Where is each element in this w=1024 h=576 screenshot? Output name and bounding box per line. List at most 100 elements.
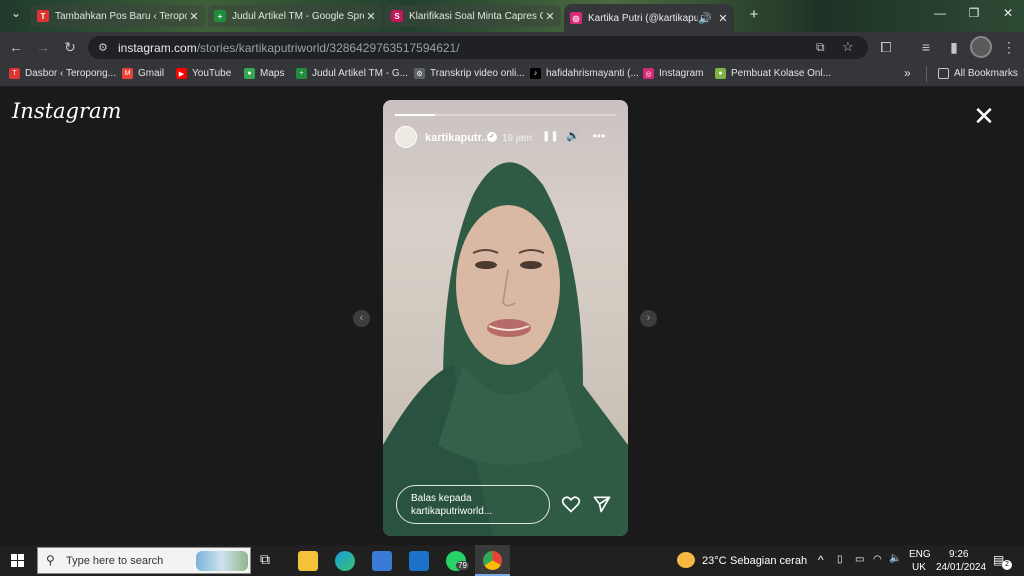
bookmark-item[interactable]: ⚙ Transkrip video onli... (414, 68, 525, 79)
more-bookmarks-button[interactable]: » (904, 66, 911, 80)
clock-date[interactable]: 24/01/2024 (936, 562, 986, 573)
bookmark-favicon-icon: ● (244, 68, 255, 79)
battery-icon[interactable]: ▭ (855, 554, 864, 565)
tab-audio-icon[interactable]: 🔊 (698, 12, 712, 25)
bookmark-item[interactable]: T Dasbor ‹ Teropong... (9, 68, 116, 79)
restore-button[interactable]: ❐ (962, 6, 986, 20)
reload-icon[interactable]: ↻ (62, 39, 78, 56)
story-progress-bar (395, 114, 616, 116)
weather-icon[interactable] (677, 552, 695, 568)
tab-strip: ⌄ T Tambahkan Pos Baru ‹ Teropo ✕ + Judul Ar… (0, 0, 1024, 32)
profile-avatar[interactable] (970, 36, 992, 58)
send-icon[interactable] (592, 494, 612, 514)
bookmark-item[interactable]: ● Pembuat Kolase Onl... (715, 68, 831, 79)
address-bar[interactable]: ⚙ instagram.com/stories/kartikaputriworl… (88, 36, 868, 59)
tab-search-icon[interactable]: ⌄ (4, 6, 28, 20)
pause-icon[interactable]: ❚❚ (542, 131, 559, 142)
side-panel-icon[interactable]: ▮ (946, 39, 962, 56)
site-info-icon[interactable]: ⚙ (98, 41, 108, 54)
language-secondary[interactable]: UK (912, 562, 926, 573)
bookmark-item[interactable]: ◎ Instagram (643, 68, 703, 79)
tab-close-icon[interactable]: ✕ (716, 12, 730, 25)
search-placeholder: Type here to search (66, 555, 164, 567)
bookmark-item[interactable]: ● Maps (244, 68, 284, 79)
wifi-icon[interactable]: ◠ (873, 554, 882, 565)
tab-title: Judul Artikel TM - Google Spre (232, 10, 364, 22)
browser-tab[interactable]: T Tambahkan Pos Baru ‹ Teropo ✕ (31, 5, 205, 27)
story-progress-fill (395, 114, 435, 116)
bookmarks-bar: T Dasbor ‹ Teropong... M Gmail ▶ YouTube ● Maps… (0, 62, 1024, 87)
weather-description[interactable]: Sebagian cerah (730, 555, 807, 567)
new-tab-button[interactable]: + (742, 6, 766, 23)
volume-icon[interactable]: 🔊 (565, 129, 581, 142)
minimize-button[interactable]: — (928, 6, 952, 20)
bookmark-label: Dasbor ‹ Teropong... (25, 68, 116, 79)
bookmark-favicon-icon: T (9, 68, 20, 79)
bookmark-item[interactable]: ▶ YouTube (176, 68, 231, 79)
next-story-button[interactable]: › (640, 310, 657, 327)
back-icon[interactable]: ← (8, 39, 24, 55)
story-card[interactable]: kartikaputr... ✓ 19 jam ❚❚ 🔊 ••• Balas k… (383, 100, 628, 536)
language-primary[interactable]: ENG (909, 549, 931, 560)
weather-temp[interactable]: 23°C (702, 555, 727, 567)
bookmark-label: Pembuat Kolase Onl... (731, 68, 832, 79)
tab-close-icon[interactable]: ✕ (543, 10, 557, 23)
bookmark-favicon-icon: ♪ (530, 68, 541, 79)
media-control-icon[interactable]: ≡ (918, 39, 934, 55)
windows-start-icon[interactable] (11, 554, 25, 568)
forward-icon[interactable]: → (35, 39, 51, 55)
bookmark-favicon-icon: ⚙ (414, 68, 425, 79)
close-story-button[interactable]: ✕ (972, 103, 996, 129)
tab-favicon-icon: ◎ (570, 12, 582, 24)
tab-favicon-icon: + (214, 10, 226, 22)
speaker-icon[interactable]: 🔈 (889, 553, 901, 564)
bookmark-favicon-icon: ◎ (643, 68, 654, 79)
clock-time[interactable]: 9:26 (949, 549, 968, 560)
task-view-icon[interactable]: ⧉ (260, 551, 280, 571)
whatsapp-icon[interactable]: 79 (446, 551, 469, 571)
close-window-button[interactable]: ✕ (996, 6, 1020, 20)
verified-badge-icon: ✓ (487, 132, 497, 142)
store-icon[interactable] (372, 551, 392, 571)
tab-title: Klarifikasi Soal Minta Capres C (409, 10, 543, 22)
bookmark-favicon-icon: ● (715, 68, 726, 79)
bookmark-item[interactable]: + Judul Artikel TM - G... (296, 68, 408, 79)
whatsapp-badge: 79 (456, 561, 469, 570)
extensions-icon[interactable]: ⧠ (878, 39, 894, 56)
more-options-icon[interactable]: ••• (591, 129, 607, 143)
bookmarks-divider (926, 66, 927, 82)
device-icon[interactable]: ▯ (837, 554, 843, 565)
file-explorer-icon[interactable] (298, 551, 318, 571)
install-app-icon[interactable]: ⧉ (816, 40, 825, 55)
story-video-frame (383, 162, 628, 536)
bookmark-item[interactable]: M Gmail (122, 68, 164, 79)
bookmark-favicon-icon: ▶ (176, 68, 187, 79)
taskbar-search-box[interactable]: ⚲ Type here to search (37, 547, 251, 574)
story-username[interactable]: kartikaputr... (425, 132, 490, 144)
tray-overflow-icon[interactable]: ^ (818, 553, 824, 567)
all-bookmarks-button[interactable]: All Bookmarks (938, 68, 1018, 79)
mail-icon[interactable] (409, 551, 429, 571)
previous-story-button[interactable]: ‹ (353, 310, 370, 327)
url-text: instagram.com/stories/kartikaputriworld/… (118, 41, 460, 55)
tab-close-icon[interactable]: ✕ (187, 10, 201, 23)
notification-count: 2 (1002, 560, 1012, 570)
chrome-taskbar-button[interactable] (475, 545, 510, 576)
tab-close-icon[interactable]: ✕ (364, 10, 378, 23)
bookmark-favicon-icon: M (122, 68, 133, 79)
bookmark-star-icon[interactable]: ☆ (842, 39, 854, 55)
browser-tab[interactable]: S Klarifikasi Soal Minta Capres C ✕ (385, 5, 561, 27)
story-timestamp: 19 jam (502, 133, 533, 144)
edge-icon[interactable] (335, 551, 355, 571)
instagram-logo[interactable]: Instagram (12, 99, 121, 123)
story-user-avatar[interactable] (395, 126, 417, 148)
heart-icon[interactable] (561, 494, 581, 514)
reply-input[interactable]: Balas kepada kartikaputriworld... (396, 485, 550, 524)
bookmark-label: Instagram (659, 68, 704, 79)
browser-menu-icon[interactable]: ⋮ (1001, 39, 1017, 56)
browser-tab[interactable]: ◎ Kartika Putri (@kartikaputri 🔊 ✕ (564, 4, 734, 32)
bookmark-item[interactable]: ♪ hafidahrismayanti (... (530, 68, 639, 79)
search-icon: ⚲ (46, 553, 55, 567)
browser-tab[interactable]: + Judul Artikel TM - Google Spre ✕ (208, 5, 382, 27)
tab-title: Tambahkan Pos Baru ‹ Teropo (55, 10, 187, 22)
